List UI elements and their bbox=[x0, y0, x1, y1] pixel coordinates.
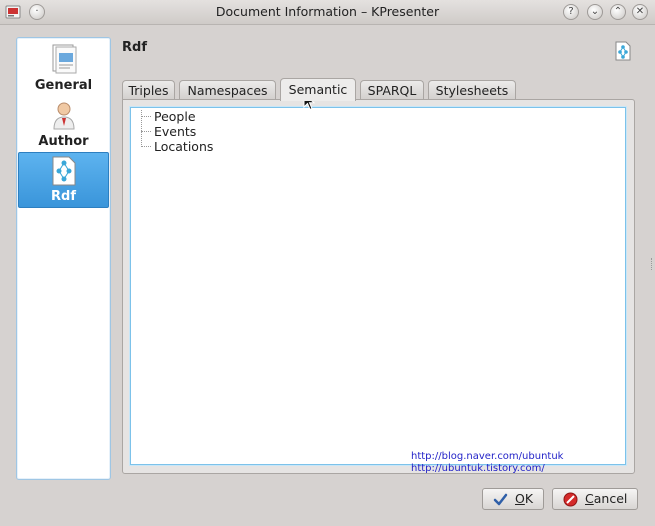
tab-semantic[interactable]: Semantic bbox=[280, 78, 356, 101]
tab-namespaces[interactable]: Namespaces bbox=[179, 80, 276, 99]
sidebar-item-general[interactable]: General bbox=[18, 40, 109, 96]
rdf-icon bbox=[52, 156, 76, 186]
watermark-url: http://ubuntuk.tistory.com/ bbox=[411, 463, 545, 474]
tab-sparql[interactable]: SPARQL bbox=[360, 80, 424, 99]
tree-item-label: Events bbox=[154, 124, 197, 139]
cancel-button[interactable]: Cancel bbox=[552, 488, 638, 510]
cancel-icon bbox=[563, 492, 578, 507]
document-icon bbox=[52, 44, 77, 74]
tree-item-label: Locations bbox=[154, 139, 214, 154]
sidebar-item-label: General bbox=[34, 78, 93, 93]
window-title: Document Information – KPresenter bbox=[215, 4, 440, 19]
ok-button[interactable]: OK bbox=[482, 488, 544, 510]
ok-button-label: OK bbox=[515, 491, 534, 506]
sidebar-item-label: Author bbox=[38, 134, 89, 149]
cancel-button-label: Cancel bbox=[585, 491, 628, 506]
check-icon bbox=[493, 493, 508, 506]
page-title: Rdf bbox=[122, 40, 147, 55]
tab-triples[interactable]: Triples bbox=[122, 80, 175, 99]
semantic-tree-view[interactable]: People Events Locations bbox=[130, 107, 626, 465]
maximize-button[interactable]: ⌃ bbox=[610, 4, 626, 20]
user-icon bbox=[53, 102, 75, 130]
sidebar: General Author Rdf bbox=[16, 37, 111, 480]
minimize-button[interactable]: ⌄ bbox=[587, 4, 603, 20]
sidebar-item-rdf[interactable]: Rdf bbox=[18, 152, 109, 208]
sidebar-item-author[interactable]: Author bbox=[18, 96, 109, 152]
watermark-url: http://blog.naver.com/ubuntuk bbox=[411, 451, 564, 462]
close-button[interactable]: ✕ bbox=[632, 4, 648, 20]
help-button[interactable]: ? bbox=[563, 4, 579, 20]
resize-grip[interactable] bbox=[651, 258, 655, 270]
tree-item-label: People bbox=[154, 109, 196, 124]
tab-stylesheets[interactable]: Stylesheets bbox=[428, 80, 516, 99]
title-bar: · Document Information – KPresenter ? ⌄ … bbox=[0, 0, 655, 25]
rdf-icon bbox=[615, 41, 631, 61]
sidebar-item-label: Rdf bbox=[51, 189, 76, 204]
